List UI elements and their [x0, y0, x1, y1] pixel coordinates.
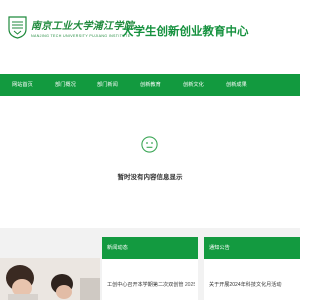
logo-chinese-name[interactable]: 南京工业大学浦江学院	[31, 17, 134, 32]
news-panel: 新闻动态 工创中心召开本学期第二次双创管 2025	[102, 237, 198, 300]
empty-state-message: 暂时没有内容信息显示	[117, 174, 183, 181]
neutral-face-icon	[141, 136, 158, 153]
news-item-title[interactable]: 工创中心召开本学期第二次双创管	[107, 282, 183, 288]
notice-panel-header: 通知公告	[204, 237, 300, 259]
news-panel-header: 新闻动态	[102, 237, 198, 259]
nav-item-innovation-achievements[interactable]: 创新成果	[226, 74, 247, 96]
notice-panel: 通知公告 关于开展2024年科技文化月活动	[204, 237, 300, 300]
empty-state: 暂时没有内容信息显示	[0, 96, 300, 228]
nav-item-department-overview[interactable]: 部门概况	[55, 74, 76, 96]
nav-item-home[interactable]: 网站首页	[12, 74, 33, 96]
nav-item-innovation-education[interactable]: 创新教育	[140, 74, 161, 96]
site-title: 大学生创新创业教育中心	[122, 26, 249, 38]
notice-item-title[interactable]: 关于开展2024年科技文化月活动	[209, 282, 281, 288]
nav-item-department-news[interactable]: 部门新闻	[97, 74, 118, 96]
main-nav: 网站首页 部门概况 部门新闻 创新教育 创新文化 创新成果	[0, 74, 300, 96]
nav-item-innovation-culture[interactable]: 创新文化	[183, 74, 204, 96]
news-item[interactable]: 工创中心召开本学期第二次双创管 2025	[107, 281, 195, 288]
notice-item[interactable]: 关于开展2024年科技文化月活动	[209, 281, 297, 288]
site-header: 南京工业大学浦江学院 NANJING TECH UNIVERSITY PUJIA…	[0, 0, 300, 74]
university-emblem-icon[interactable]	[8, 16, 27, 39]
news-item-date: 2025	[184, 282, 195, 288]
news-panel-title[interactable]: 新闻动态	[107, 244, 128, 251]
logo-english-name: NANJING TECH UNIVERSITY PUJIANG INSTITUT…	[31, 34, 131, 38]
students-photo	[0, 258, 100, 300]
notice-panel-title[interactable]: 通知公告	[209, 244, 230, 251]
